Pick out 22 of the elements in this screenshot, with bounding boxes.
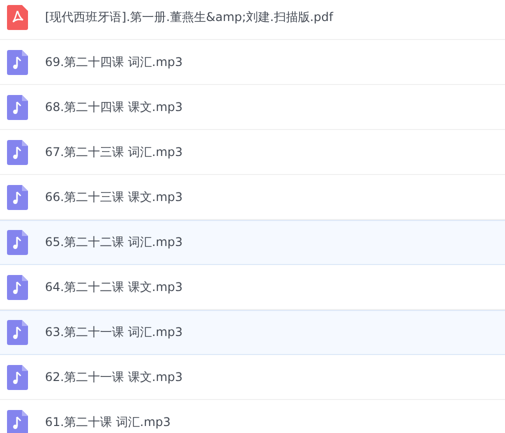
- music-file-icon: [7, 275, 28, 300]
- music-file-icon: [7, 140, 28, 165]
- music-file-icon: [7, 185, 28, 210]
- music-file-icon: [7, 365, 28, 390]
- file-row[interactable]: 63.第二十一课 词汇.mp3: [0, 310, 505, 355]
- file-name: 62.第二十一课 课文.mp3: [45, 369, 183, 386]
- file-name: 65.第二十二课 词汇.mp3: [45, 234, 183, 251]
- file-name: 68.第二十四课 课文.mp3: [45, 99, 183, 116]
- music-file-icon: [7, 230, 28, 255]
- pdf-file-icon: [7, 5, 28, 30]
- file-name: [现代西班牙语].第一册.董燕生&amp;刘建.扫描版.pdf: [45, 9, 334, 26]
- file-name: 63.第二十一课 词汇.mp3: [45, 324, 183, 341]
- music-file-icon: [7, 50, 28, 75]
- music-file-icon: [7, 320, 28, 345]
- file-name: 69.第二十四课 词汇.mp3: [45, 54, 183, 71]
- file-name: 61.第二十课 词汇.mp3: [45, 414, 171, 431]
- file-row[interactable]: 65.第二十二课 词汇.mp3: [0, 220, 505, 265]
- file-name: 64.第二十二课 课文.mp3: [45, 279, 183, 296]
- music-file-icon: [7, 95, 28, 120]
- file-name: 67.第二十三课 词汇.mp3: [45, 144, 183, 161]
- file-name: 66.第二十三课 课文.mp3: [45, 189, 183, 206]
- music-file-icon: [7, 410, 28, 433]
